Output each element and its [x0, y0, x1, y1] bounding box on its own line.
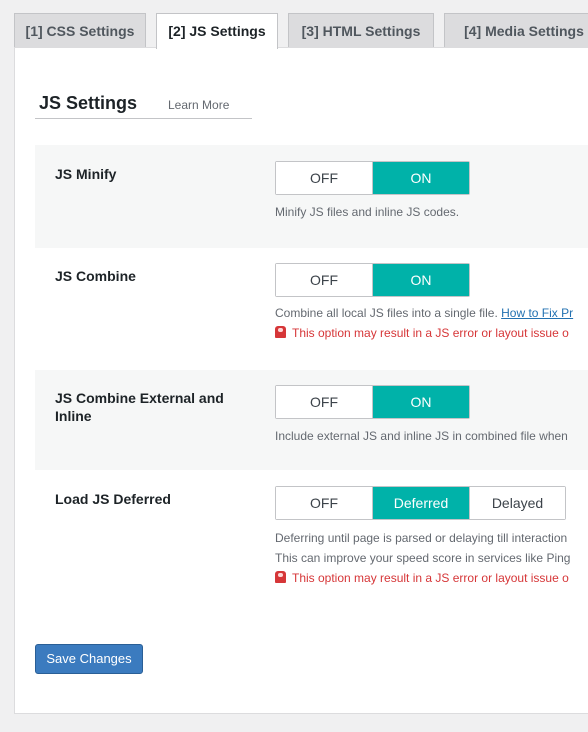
option-deferred[interactable]: Deferred — [372, 487, 469, 519]
js-combine-toggle: OFF ON — [275, 263, 470, 297]
warning-message: This option may result in a JS error or … — [275, 571, 569, 585]
learn-more-link[interactable]: Learn More — [168, 98, 229, 112]
setting-label: Load JS Deferred — [55, 491, 171, 507]
option-off[interactable]: OFF — [276, 487, 372, 519]
tab-html-settings[interactable]: [3] HTML Settings — [288, 13, 434, 48]
setting-description: Minify JS files and inline JS codes. — [275, 205, 460, 219]
setting-row-js-minify: JS Minify OFF ON Minify JS files and inl… — [35, 145, 588, 248]
setting-row-load-js-deferred: Load JS Deferred OFF Deferred Delayed De… — [35, 470, 588, 600]
setting-description: Combine all local JS files into a single… — [275, 306, 573, 320]
setting-row-js-combine-external-inline: JS Combine External and Inline OFF ON In… — [35, 370, 588, 470]
page-title: JS Settings — [39, 93, 138, 113]
js-minify-toggle: OFF ON — [275, 161, 470, 195]
section-heading: JS Settings Learn More — [35, 92, 252, 119]
js-combine-external-toggle: OFF ON — [275, 385, 470, 419]
how-to-fix-link[interactable]: How to Fix Pr — [501, 306, 573, 320]
setting-description-extra: This can improve your speed score in ser… — [275, 551, 571, 565]
option-off[interactable]: OFF — [276, 162, 372, 194]
description-text: Combine all local JS files into a single… — [275, 306, 498, 320]
warning-message: This option may result in a JS error or … — [275, 326, 569, 340]
alarm-icon — [275, 571, 286, 583]
option-on[interactable]: ON — [372, 162, 469, 194]
setting-label: JS Combine — [55, 268, 136, 284]
setting-description: Deferring until page is parsed or delayi… — [275, 531, 568, 545]
load-js-deferred-toggle: OFF Deferred Delayed — [275, 486, 566, 520]
option-off[interactable]: OFF — [276, 386, 372, 418]
tab-media-settings[interactable]: [4] Media Settings — [444, 13, 588, 48]
settings-tabs: [1] CSS Settings [2] JS Settings [3] HTM… — [0, 0, 588, 49]
alarm-icon — [275, 326, 286, 338]
save-changes-button[interactable]: Save Changes — [35, 644, 143, 674]
setting-label: JS Minify — [55, 166, 117, 182]
warning-text: This option may result in a JS error or … — [292, 571, 569, 585]
setting-row-js-combine: JS Combine OFF ON Combine all local JS f… — [35, 248, 588, 370]
setting-label: JS Combine External and Inline — [55, 390, 224, 424]
warning-text: This option may result in a JS error or … — [292, 326, 569, 340]
option-delayed[interactable]: Delayed — [469, 487, 565, 519]
option-on[interactable]: ON — [372, 264, 469, 296]
option-on[interactable]: ON — [372, 386, 469, 418]
option-off[interactable]: OFF — [276, 264, 372, 296]
setting-description: Include external JS and inline JS in com… — [275, 429, 568, 443]
tab-js-settings[interactable]: [2] JS Settings — [156, 13, 278, 49]
tab-css-settings[interactable]: [1] CSS Settings — [14, 13, 146, 48]
